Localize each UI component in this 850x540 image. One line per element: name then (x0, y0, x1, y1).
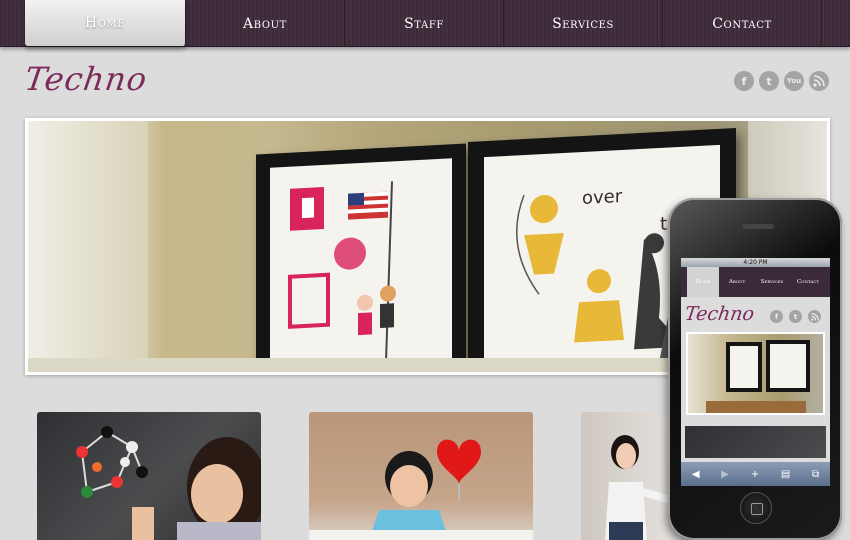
mobile-left-frame (726, 342, 762, 392)
phone-home-button[interactable] (740, 492, 772, 524)
youtube-icon[interactable]: You (784, 71, 804, 91)
mobile-nav-about[interactable]: About (721, 267, 753, 297)
wall-corner (28, 121, 148, 372)
bookmarks-icon[interactable]: ▤ (781, 469, 790, 480)
mobile-rss-icon[interactable] (808, 310, 821, 323)
mobile-nav-contact[interactable]: Contact (791, 267, 825, 297)
rss-glyph (813, 75, 825, 87)
mobile-dresser (706, 401, 806, 413)
mobile-right-frame (766, 340, 810, 392)
nav-services[interactable]: Services (504, 0, 663, 47)
smiling-woman-art (605, 435, 673, 540)
add-bookmark-icon[interactable]: + (751, 469, 759, 480)
phone-mockup: 4:20 PM Home About Services Contact Tech… (668, 198, 842, 540)
mobile-hero-photo (688, 334, 823, 413)
nav-contact[interactable]: Contact (663, 0, 822, 47)
phone-status-bar: 4:20 PM (681, 258, 830, 267)
site-logo[interactable]: Techno (22, 60, 150, 98)
nav-about[interactable]: About (186, 0, 345, 47)
heart-boy-art (309, 439, 533, 540)
mobile-rss-glyph (810, 312, 819, 321)
facebook-icon[interactable]: f (734, 71, 754, 91)
left-poster-art (288, 181, 396, 362)
tabs-icon[interactable]: ⧉ (812, 469, 819, 480)
nav-about-label: About (243, 15, 287, 32)
phone-time: 4:20 PM (743, 259, 768, 266)
mobile-logo[interactable]: Techno (683, 303, 755, 325)
forward-arrow-icon[interactable]: ▶ (721, 469, 729, 480)
nav-home[interactable]: Home (25, 0, 186, 46)
poster-word-over: over (582, 186, 623, 209)
mobile-thumbnail[interactable] (685, 426, 826, 458)
main-nav: Home About Staff Services Contact (0, 0, 850, 47)
browser-toolbar: ◀ ▶ + ▤ ⧉ (681, 462, 830, 486)
nav-staff[interactable]: Staff (345, 0, 504, 47)
mobile-twitter-icon[interactable]: t (789, 310, 802, 323)
mobile-hero-banner (686, 332, 825, 415)
phone-screen: 4:20 PM Home About Services Contact Tech… (681, 258, 830, 486)
nav-services-label: Services (552, 15, 614, 32)
phone-speaker (742, 224, 774, 229)
mobile-nav: Home About Services Contact (681, 267, 830, 297)
mobile-facebook-icon[interactable]: f (770, 310, 783, 323)
rss-icon[interactable] (809, 71, 829, 91)
thumbnail-heart-boy[interactable] (309, 412, 533, 540)
left-poster (270, 158, 452, 372)
nav-contact-label: Contact (712, 15, 772, 32)
left-picture-frame (256, 143, 466, 372)
twitter-icon[interactable]: t (759, 71, 779, 91)
molecule-girl-art (76, 426, 261, 540)
thumbnail-molecule-girl[interactable] (37, 412, 261, 540)
nav-home-label: Home (84, 15, 126, 31)
thumbnail-smiling-woman[interactable] (581, 412, 681, 540)
mobile-nav-services[interactable]: Services (755, 267, 789, 297)
nav-staff-label: Staff (404, 15, 444, 32)
mobile-nav-home[interactable]: Home (687, 267, 719, 297)
back-arrow-icon[interactable]: ◀ (692, 469, 700, 480)
